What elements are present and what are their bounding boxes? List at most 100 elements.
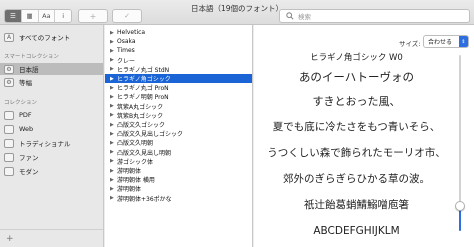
- collection-icon: [4, 138, 14, 148]
- collections-header: コレクション: [4, 100, 38, 106]
- font-list-row[interactable]: ▶ 游明朝体+36ポかな: [105, 194, 252, 203]
- preview-text-line: すきとおった風、: [312, 95, 401, 108]
- disclosure-triangle-icon[interactable]: ▶: [110, 122, 117, 128]
- font-list-row[interactable]: ▶ ヒラギノ明朝 ProN: [105, 92, 252, 102]
- sidebar-item-label: すべてのフォント: [19, 34, 71, 42]
- size-select-value: 合わせる: [428, 39, 453, 46]
- sidebar-item-modern[interactable]: モダン: [4, 165, 39, 177]
- preview-text-line: 郊外のぎらぎらひかる草の波。: [283, 173, 430, 185]
- sidebar-toggle-icon[interactable]: ☰: [5, 10, 22, 22]
- collection-icon: [4, 110, 14, 120]
- font-list-row[interactable]: ▶ Helvetica: [105, 28, 252, 37]
- sidebar-item-label: ファン: [19, 154, 39, 162]
- sidebar-item-all-fonts[interactable]: A すべてのフォント: [4, 31, 70, 43]
- sidebar-footer: +: [0, 229, 103, 247]
- preview-text-line: 祇辻飴葛蛸鯖鰯噌庖箸: [304, 199, 409, 211]
- info-icon[interactable]: i: [55, 10, 71, 22]
- enable-font-button[interactable]: ✓: [112, 9, 142, 23]
- sidebar-item-label: PDF: [19, 111, 32, 119]
- font-list-label: ヒラギノ丸ゴ StdN: [117, 66, 170, 74]
- disclosure-triangle-icon[interactable]: ▶: [110, 103, 117, 109]
- sidebar-item-fun[interactable]: ファン: [4, 151, 39, 163]
- font-list-label: 凸版文久見出しゴシック: [117, 131, 184, 139]
- font-list-label: 游ゴシック体: [117, 158, 154, 166]
- sidebar-item-label: モダン: [19, 168, 39, 176]
- disclosure-triangle-icon[interactable]: ▶: [110, 30, 117, 36]
- font-list-row[interactable]: ▶ クレー: [105, 56, 252, 65]
- font-list-label: Osaka: [117, 38, 136, 46]
- disclosure-triangle-icon[interactable]: ▶: [110, 112, 117, 118]
- font-list-label: Helvetica: [117, 29, 146, 36]
- preview-text-line: うつくしい森で飾られたモーリオ市、: [267, 147, 446, 159]
- sidebar-item-web[interactable]: Web: [4, 123, 33, 135]
- font-list-label: 凸版文久見出し明朝: [117, 149, 172, 157]
- search-field[interactable]: 検索: [279, 9, 470, 23]
- chevron-updown-icon: ⇕: [459, 36, 468, 47]
- sidebar: A すべてのフォント スマートコレクション ⚙ 日本語 ⚙ 等幅 コレクション …: [0, 25, 104, 247]
- search-placeholder: 検索: [298, 13, 311, 21]
- disclosure-triangle-icon[interactable]: ▶: [110, 177, 117, 183]
- sidebar-item-pdf[interactable]: PDF: [4, 109, 32, 121]
- disclosure-triangle-icon[interactable]: ▶: [110, 195, 117, 201]
- font-list-row[interactable]: ▶ ヒラギノ丸ゴ ProN: [105, 83, 252, 93]
- font-list-row[interactable]: ▶ 凸版文久明朝: [105, 138, 252, 148]
- disclosure-triangle-icon[interactable]: ▶: [110, 39, 117, 45]
- font-list-row[interactable]: ▶ 凸版文久見出しゴシック: [105, 129, 252, 139]
- font-list-label: Times: [117, 47, 135, 55]
- disclosure-triangle-icon[interactable]: ▶: [110, 48, 117, 54]
- font-list-row[interactable]: ▶ ヒラギノ丸ゴ StdN: [105, 65, 252, 74]
- font-list-row[interactable]: ▶ 筑紫A丸ゴシック: [105, 102, 252, 111]
- sidebar-item-label: トラディショナル: [19, 140, 71, 148]
- sidebar-item-traditional[interactable]: トラディショナル: [4, 137, 71, 149]
- disclosure-triangle-icon[interactable]: ▶: [110, 131, 117, 137]
- search-icon: [286, 12, 294, 20]
- font-list-row[interactable]: ▶ Osaka: [105, 37, 252, 46]
- disclosure-triangle-icon[interactable]: ▶: [110, 66, 117, 72]
- font-list-row[interactable]: ▶ 筑紫B丸ゴシック: [105, 111, 252, 120]
- disclosure-triangle-icon[interactable]: ▶: [110, 57, 117, 63]
- collection-icon: [4, 166, 14, 176]
- font-list-row[interactable]: ▶ 游ゴシック体: [105, 157, 252, 166]
- font-list-label: 游明朝体: [117, 186, 142, 194]
- disclosure-triangle-icon[interactable]: ▶: [110, 94, 117, 100]
- size-slider-knob[interactable]: [455, 201, 465, 212]
- toolbar: 日本語（19個のフォント） ☰ ▦ Aa i + ✓ 検索: [0, 0, 474, 25]
- font-list-row[interactable]: ▶ 凸版文久ゴシック: [105, 120, 252, 130]
- gear-icon: ⚙: [4, 64, 14, 74]
- disclosure-triangle-icon[interactable]: ▶: [110, 76, 117, 82]
- sample-view-icon[interactable]: Aa: [38, 10, 56, 22]
- sidebar-item-monospace[interactable]: ⚙ 等幅: [4, 76, 32, 88]
- grid-view-icon[interactable]: ▦: [21, 10, 39, 22]
- collection-icon: [4, 152, 14, 162]
- font-preview: サイズ: 合わせる ⇕ ヒラギノ角ゴシック W0 あのイーハトーヴォの すきとお…: [254, 25, 474, 247]
- font-list-row[interactable]: ▶ 凸版文久見出し明朝: [105, 148, 252, 157]
- font-list-label: 凸版文久ゴシック: [117, 122, 166, 129]
- size-label: サイズ:: [399, 40, 421, 48]
- disclosure-triangle-icon[interactable]: ▶: [110, 158, 117, 164]
- font-list-row[interactable]: ▶ 游明朝体: [105, 166, 252, 176]
- gear-icon: ⚙: [4, 77, 14, 87]
- disclosure-triangle-icon[interactable]: ▶: [110, 186, 117, 192]
- disclosure-triangle-icon[interactable]: ▶: [110, 168, 117, 174]
- smart-collections-header: スマートコレクション: [4, 54, 59, 60]
- add-font-button[interactable]: +: [78, 9, 108, 23]
- disclosure-triangle-icon[interactable]: ▶: [110, 85, 117, 91]
- font-list-row[interactable]: ▶ 游明朝体 横用: [105, 175, 252, 185]
- font-list-label: 游明朝体+36ポかな: [117, 195, 172, 203]
- font-list-label: ヒラギノ丸ゴ ProN: [117, 85, 169, 93]
- disclosure-triangle-icon[interactable]: ▶: [110, 149, 117, 155]
- view-segmented-control[interactable]: ☰ ▦ Aa i: [4, 9, 72, 23]
- sidebar-item-japanese[interactable]: ⚙ 日本語: [0, 63, 103, 75]
- font-list-label: 凸版文久明朝: [117, 140, 154, 148]
- add-collection-button[interactable]: +: [6, 234, 14, 244]
- preview-text-line: ABCDEFGHIJKLM: [313, 225, 400, 237]
- font-list-label: 游明朝体: [117, 168, 142, 175]
- font-list-row[interactable]: ▶ 游明朝体: [105, 184, 252, 194]
- font-list-row[interactable]: ▶ ヒラギノ角ゴシック: [105, 74, 252, 83]
- font-list-label: 筑紫A丸ゴシック: [117, 103, 164, 111]
- size-select[interactable]: 合わせる ⇕: [423, 35, 469, 48]
- font-list-label: ヒラギノ角ゴシック: [117, 76, 171, 83]
- disclosure-triangle-icon[interactable]: ▶: [110, 140, 117, 146]
- font-list-label: 游明朝体 横用: [117, 177, 155, 185]
- font-list-row[interactable]: ▶ Times: [105, 46, 252, 55]
